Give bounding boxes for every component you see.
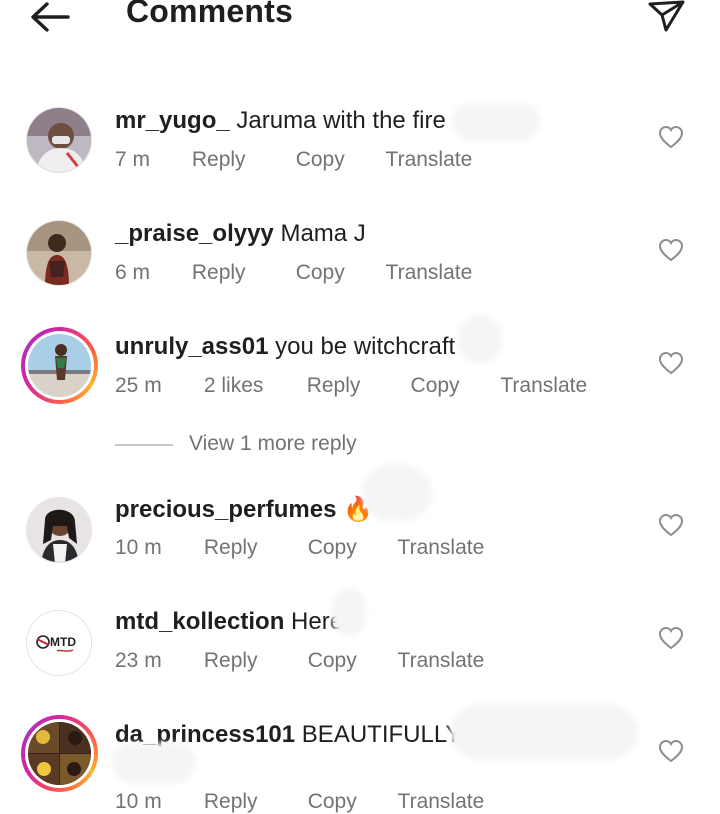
blur-overlay — [362, 465, 432, 521]
translate-button[interactable]: Translate — [386, 261, 473, 285]
divider-line — [115, 444, 173, 446]
comment-username[interactable]: _praise_olyyy — [115, 220, 274, 247]
reply-button[interactable]: Reply — [204, 790, 302, 814]
avatar[interactable] — [26, 220, 92, 286]
comment-username[interactable]: mr_yugo_ — [115, 107, 230, 134]
likes-count[interactable]: 2 likes — [204, 374, 301, 398]
reply-button[interactable]: Reply — [192, 261, 290, 285]
comment-text-line: _praise_olyyy Mama J — [115, 220, 366, 248]
avatar[interactable] — [21, 327, 98, 404]
heart-icon[interactable] — [658, 238, 684, 262]
comment-meta: 10 m Reply Copy Translate — [115, 790, 484, 814]
blur-overlay — [450, 705, 638, 759]
translate-button[interactable]: Translate — [398, 536, 485, 560]
share-button[interactable] — [644, 0, 688, 36]
copy-button[interactable]: Copy — [308, 536, 392, 560]
heart-icon[interactable] — [658, 626, 684, 650]
avatar[interactable] — [21, 715, 98, 792]
avatar[interactable]: MTD — [26, 610, 92, 676]
reply-button[interactable]: Reply — [307, 374, 405, 398]
paper-plane-icon — [648, 0, 685, 32]
comment-meta: 7 m Reply Copy Translate — [115, 148, 472, 172]
comment-meta: 25 m 2 likes Reply Copy Translate — [115, 374, 587, 398]
copy-button[interactable]: Copy — [308, 790, 392, 814]
blur-overlay — [458, 315, 502, 363]
comment-time: 23 m — [115, 649, 162, 672]
reply-button[interactable]: Reply — [192, 148, 290, 172]
comment-item: MTD mtd_kollection Here 23 m Reply Copy … — [0, 588, 720, 696]
comment-username[interactable]: mtd_kollection — [115, 608, 284, 635]
comment-meta: 23 m Reply Copy Translate — [115, 649, 484, 673]
comment-time: 7 m — [115, 148, 151, 171]
avatar[interactable] — [26, 497, 92, 563]
comment-meta: 6 m Reply Copy Translate — [115, 261, 472, 285]
copy-button[interactable]: Copy — [308, 649, 392, 673]
comment-time: 25 m — [115, 374, 162, 397]
blur-overlay — [452, 103, 540, 141]
back-button[interactable] — [28, 0, 72, 36]
comment-text-line: mr_yugo_ Jaruma with the fire — [115, 107, 446, 135]
translate-button[interactable]: Translate — [386, 148, 473, 172]
comment-item: unruly_ass01 you be witchcraft 25 m 2 li… — [0, 315, 720, 421]
comment-text-line: precious_perfumes 🔥 — [115, 495, 373, 524]
comment-text-line: unruly_ass01 you be witchcraft — [115, 333, 455, 361]
comment-username[interactable]: precious_perfumes — [115, 496, 336, 523]
heart-icon[interactable] — [658, 513, 684, 537]
blur-overlay — [112, 743, 196, 783]
comment-time: 10 m — [115, 536, 162, 559]
view-more-replies-label[interactable]: View 1 more reply — [189, 432, 357, 456]
logo-text: MTD — [50, 635, 76, 649]
avatar[interactable] — [26, 107, 92, 173]
blur-overlay — [332, 588, 366, 636]
comment-body: BEAUTIFULLY — [301, 721, 462, 748]
copy-button[interactable]: Copy — [296, 261, 380, 285]
translate-button[interactable]: Translate — [398, 649, 485, 673]
reply-button[interactable]: Reply — [204, 649, 302, 673]
translate-button[interactable]: Translate — [500, 374, 587, 398]
heart-icon[interactable] — [658, 125, 684, 149]
comment-item: da_princess101 BEAUTIFULLY 10 m Reply Co… — [0, 705, 720, 814]
translate-button[interactable]: Translate — [398, 790, 485, 814]
comment-item: mr_yugo_ Jaruma with the fire 7 m Reply … — [0, 95, 720, 195]
comment-body: Jaruma with the fire — [236, 107, 446, 134]
comment-body: you be witchcraft — [275, 333, 456, 360]
comment-item: precious_perfumes 🔥 10 m Reply Copy Tran… — [0, 465, 720, 583]
reply-button[interactable]: Reply — [204, 536, 302, 560]
header-bar: Comments — [0, 0, 720, 40]
comment-item: _praise_olyyy Mama J 6 m Reply Copy Tran… — [0, 208, 720, 308]
comment-username[interactable]: unruly_ass01 — [115, 333, 268, 360]
arrow-left-icon — [31, 2, 70, 32]
comment-time: 10 m — [115, 790, 162, 813]
heart-icon[interactable] — [658, 739, 684, 763]
heart-icon[interactable] — [658, 351, 684, 375]
copy-button[interactable]: Copy — [296, 148, 380, 172]
comment-body: Mama J — [280, 220, 366, 247]
brand-logo: MTD — [27, 611, 91, 675]
page-title: Comments — [126, 0, 293, 29]
comment-meta: 10 m Reply Copy Translate — [115, 536, 484, 560]
comment-time: 6 m — [115, 261, 151, 284]
copy-button[interactable]: Copy — [411, 374, 495, 398]
comment-text-line: mtd_kollection Here — [115, 608, 343, 636]
